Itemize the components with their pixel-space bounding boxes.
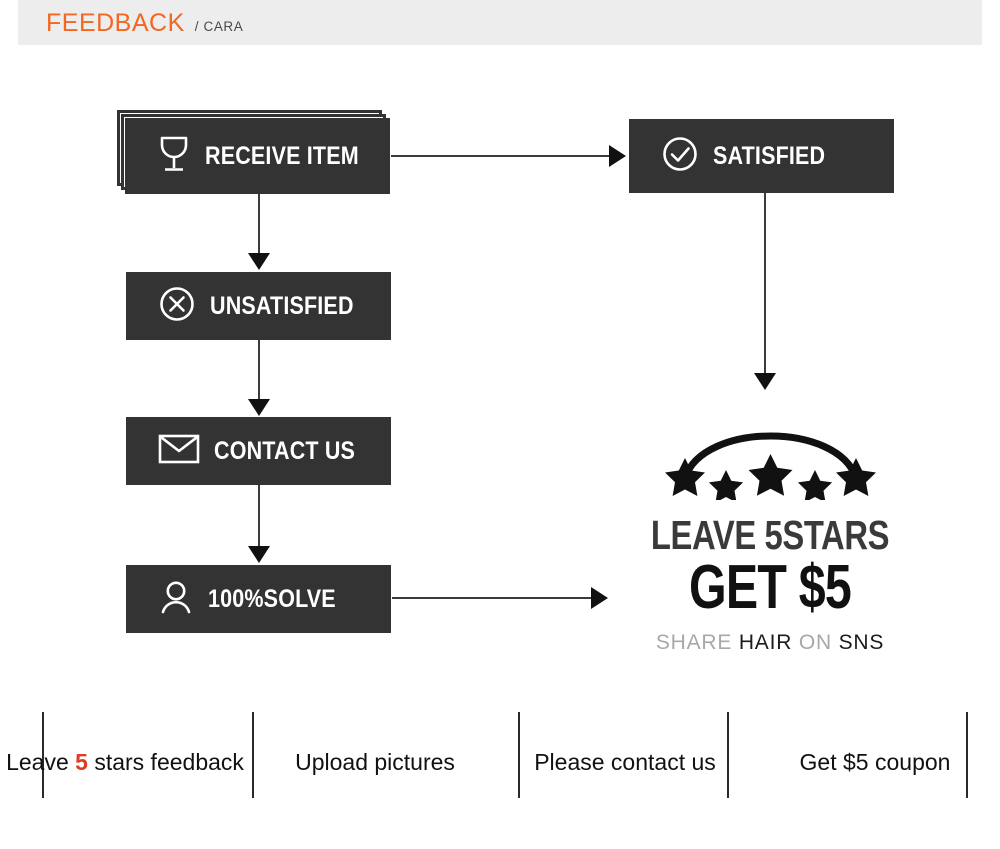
five-stars-arc-icon — [620, 408, 920, 505]
promo-subline-share-hair-on-sns: SHARE HAIR ON SNS — [620, 631, 920, 655]
bottom-cell-text: Upload pictures — [295, 748, 455, 775]
bottom-cell-get-5-coupon[interactable]: Get $5 coupon — [750, 712, 1000, 812]
flow-node-label: RECEIVE ITEM — [205, 141, 359, 170]
flow-node-contact-us[interactable]: CONTACT US — [126, 417, 391, 485]
flow-node-label: CONTACT US — [214, 436, 356, 465]
connector-receive-to-satisfied-line — [391, 155, 609, 158]
connector-contact-to-solve-arrowhead — [248, 546, 270, 563]
connector-satisfied-to-promo-arrowhead — [754, 373, 776, 390]
connector-receive-to-unsatisfied-line — [258, 194, 261, 254]
bottom-cell-upload-pictures[interactable]: Upload pictures — [250, 712, 500, 812]
bottom-cell-pre: Leave — [6, 748, 76, 775]
bottom-cell-post: stars feedback — [87, 748, 244, 775]
flow-node-label: SATISFIED — [713, 141, 826, 170]
connector-unsatisfied-to-contact-arrowhead — [248, 399, 270, 416]
connector-satisfied-to-promo-line — [764, 193, 767, 374]
flow-node-receive-item[interactable]: RECEIVE ITEM — [125, 118, 390, 194]
flow-node-label: 100%SOLVE — [208, 584, 336, 613]
connector-receive-to-satisfied-arrowhead — [609, 145, 626, 167]
connector-solve-to-promo-arrowhead — [591, 587, 608, 609]
connector-unsatisfied-to-contact-line — [258, 340, 261, 400]
bottom-cell-text: Get $5 coupon — [799, 748, 951, 775]
promo-headline-leave-5-stars: LEAVE 5STARS — [650, 512, 890, 558]
envelope-icon — [158, 433, 200, 470]
flow-node-label: UNSATISFIED — [210, 291, 354, 320]
flow-node-100-percent-solve[interactable]: 100%SOLVE — [126, 565, 391, 633]
bottom-cell-text: Leave 5 stars feedback — [6, 748, 244, 776]
promo-headline-get-5-dollars: GET $5 — [689, 553, 852, 622]
promo-subline-word-on: ON — [798, 631, 832, 655]
x-circle-icon — [158, 285, 196, 328]
promo-subline-word-sns: SNS — [838, 631, 885, 655]
promo-subline-word-hair: HAIR — [738, 631, 793, 655]
wine-glass-icon — [157, 134, 191, 179]
connector-contact-to-solve-line — [258, 485, 261, 547]
bottom-cell-text: Please contact us — [534, 748, 716, 775]
promo-block: LEAVE 5STARS GET $5 SHARE HAIR ON SNS — [620, 408, 920, 655]
check-circle-icon — [661, 135, 699, 178]
bottom-cell-please-contact-us[interactable]: Please contact us — [500, 712, 750, 812]
flow-node-unsatisfied[interactable]: UNSATISFIED — [126, 272, 391, 340]
bottom-cell-accent: 5 — [75, 748, 88, 775]
promo-subline-word-share: SHARE — [655, 631, 733, 655]
person-icon — [158, 579, 194, 620]
connector-solve-to-promo-line — [392, 597, 591, 600]
bottom-summary-strip: Leave 5 stars feedback Upload pictures P… — [0, 712, 1000, 812]
connector-receive-to-unsatisfied-arrowhead — [248, 253, 270, 270]
bottom-cell-leave-5-stars-feedback[interactable]: Leave 5 stars feedback — [0, 712, 250, 812]
flow-node-satisfied[interactable]: SATISFIED — [629, 119, 894, 193]
